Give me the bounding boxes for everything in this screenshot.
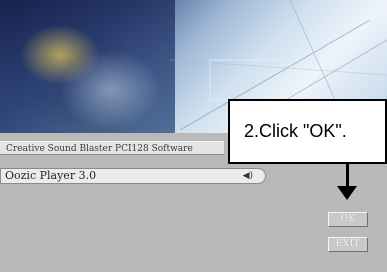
instruction-callout: 2.Click "OK". [228, 99, 387, 164]
banner-artwork [0, 0, 175, 133]
player-select[interactable]: Oozic Player 3.0 ◀) [0, 168, 266, 184]
callout-text: 2.Click "OK". [244, 121, 347, 141]
software-info-bar: Creative Sound Blaster PCI128 Software [0, 141, 224, 155]
installer-window: Creative Sound Blaster PCI128 Software O… [0, 0, 387, 272]
select-arrow-icon[interactable]: ◀) [243, 169, 253, 183]
arrow-head-icon [337, 186, 357, 200]
exit-button[interactable]: EXIT [328, 237, 368, 252]
arrow-down-icon [346, 164, 349, 186]
player-select-value: Oozic Player 3.0 [5, 169, 97, 182]
ok-button[interactable]: OK [328, 212, 368, 227]
